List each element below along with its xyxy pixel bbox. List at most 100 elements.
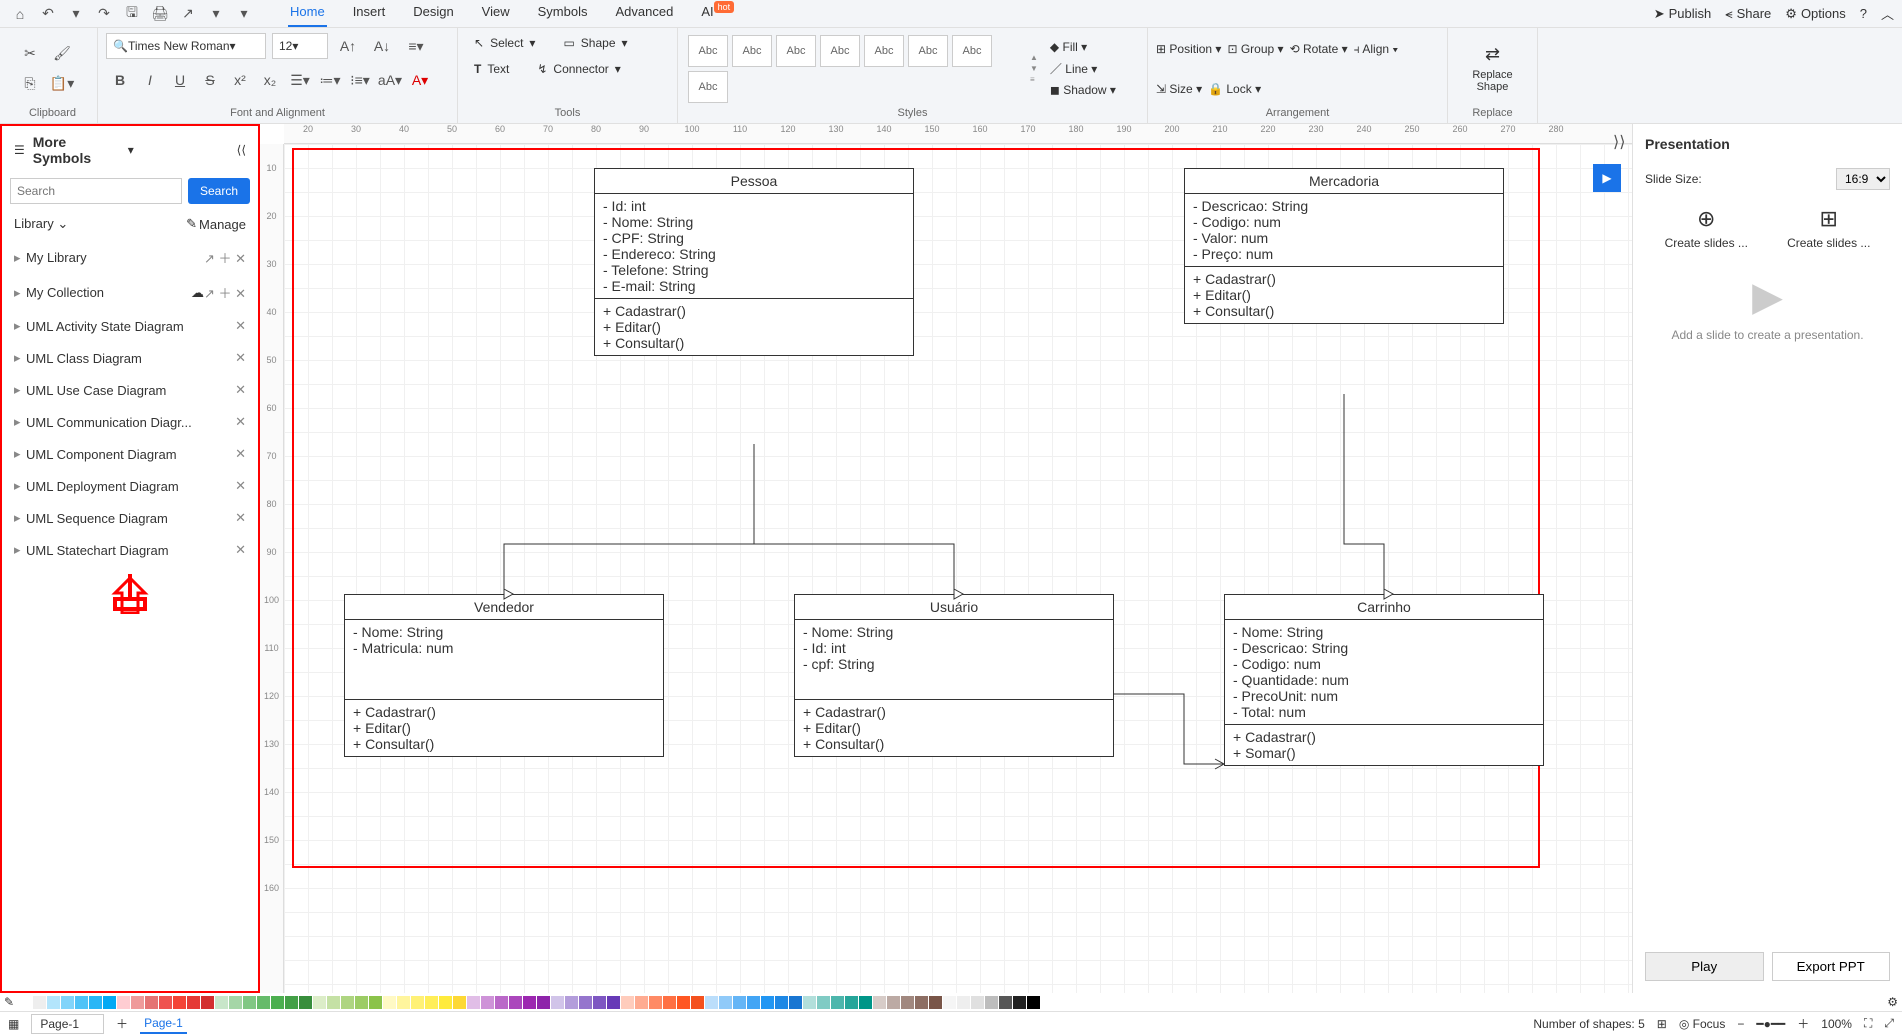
color-swatch[interactable]: [845, 996, 858, 1009]
export-icon[interactable]: ↗: [176, 2, 200, 26]
color-swatch[interactable]: [985, 996, 998, 1009]
color-swatch[interactable]: [831, 996, 844, 1009]
zoom-in-icon[interactable]: ＋: [1797, 1015, 1809, 1032]
shape-tool[interactable]: ▭ Shape ▾: [555, 32, 635, 54]
align-menu-icon[interactable]: ≡▾: [402, 32, 430, 60]
style-item[interactable]: Abc: [908, 35, 948, 67]
rotate-menu[interactable]: ⟲ Rotate ▾: [1290, 42, 1348, 56]
font-name-combo[interactable]: 🔍 Times New Roman ▾: [106, 33, 266, 59]
sidebar-item[interactable]: ▸UML Class Diagram✕: [2, 342, 258, 374]
manage-button[interactable]: ✎ Manage: [186, 216, 246, 232]
color-swatch[interactable]: [761, 996, 774, 1009]
font-color-icon[interactable]: A▾: [406, 66, 434, 94]
sidebar-collapse-icon[interactable]: ⟨⟨: [237, 143, 246, 157]
color-swatch[interactable]: [313, 996, 326, 1009]
grow-font-icon[interactable]: A↑: [334, 32, 362, 60]
style-item[interactable]: Abc: [820, 35, 860, 67]
color-swatch[interactable]: [733, 996, 746, 1009]
color-swatch[interactable]: [705, 996, 718, 1009]
color-swatch[interactable]: [817, 996, 830, 1009]
focus-mode[interactable]: ◎ Focus: [1679, 1017, 1726, 1031]
color-swatch[interactable]: [327, 996, 340, 1009]
sidebar-item[interactable]: ▸My Library↗ ＋ ✕: [2, 240, 258, 275]
line-spacing-icon[interactable]: ☰▾: [286, 66, 314, 94]
color-swatch[interactable]: [243, 996, 256, 1009]
color-swatch[interactable]: [859, 996, 872, 1009]
qat-more[interactable]: ▾: [232, 2, 256, 26]
class-mercadoria[interactable]: Mercadoria - Descricao: String- Codigo: …: [1184, 168, 1504, 324]
color-swatch[interactable]: [915, 996, 928, 1009]
palette-settings-icon[interactable]: ⚙: [1887, 995, 1898, 1009]
sidebar-item[interactable]: ▸UML Component Diagram✕: [2, 438, 258, 470]
style-item[interactable]: Abc: [864, 35, 904, 67]
tab-home[interactable]: Home: [288, 0, 327, 27]
color-swatch[interactable]: [61, 996, 74, 1009]
style-item[interactable]: Abc: [776, 35, 816, 67]
color-swatch[interactable]: [901, 996, 914, 1009]
color-swatch[interactable]: [929, 996, 942, 1009]
color-swatch[interactable]: [229, 996, 242, 1009]
color-swatch[interactable]: [509, 996, 522, 1009]
color-swatch[interactable]: [33, 996, 46, 1009]
grid-icon[interactable]: ⊞: [1657, 1017, 1667, 1031]
color-swatch[interactable]: [719, 996, 732, 1009]
text-tool[interactable]: T Text: [466, 58, 517, 80]
color-swatch[interactable]: [1013, 996, 1026, 1009]
color-swatch[interactable]: [747, 996, 760, 1009]
share-button[interactable]: ⪪Share: [1725, 6, 1771, 22]
color-swatch[interactable]: [453, 996, 466, 1009]
library-dropdown[interactable]: Library ⌄: [14, 216, 68, 232]
class-vendedor[interactable]: Vendedor - Nome: String- Matricula: num …: [344, 594, 664, 757]
color-swatch[interactable]: [579, 996, 592, 1009]
color-swatch[interactable]: [691, 996, 704, 1009]
save-icon[interactable]: 🖫: [120, 2, 144, 26]
color-swatch[interactable]: [495, 996, 508, 1009]
tab-symbols[interactable]: Symbols: [536, 0, 590, 27]
sidebar-item[interactable]: ▸UML Communication Diagr...✕: [2, 406, 258, 438]
search-button[interactable]: Search: [188, 178, 250, 204]
color-swatch[interactable]: [957, 996, 970, 1009]
color-swatch[interactable]: [789, 996, 802, 1009]
color-swatch[interactable]: [145, 996, 158, 1009]
create-slides-2[interactable]: ⊞Create slides ...: [1787, 206, 1870, 250]
color-swatch[interactable]: [131, 996, 144, 1009]
connector-tool[interactable]: ↯ Connector ▾: [529, 58, 628, 80]
fit-icon[interactable]: ⛶: [1864, 1016, 1872, 1031]
color-swatch[interactable]: [75, 996, 88, 1009]
color-swatch[interactable]: [551, 996, 564, 1009]
color-swatch[interactable]: [299, 996, 312, 1009]
print-icon[interactable]: 🖨: [148, 2, 172, 26]
zoom-slider[interactable]: ━●━━: [1756, 1017, 1785, 1031]
color-swatch[interactable]: [467, 996, 480, 1009]
cut-icon[interactable]: ✂: [16, 40, 44, 68]
font-size-combo[interactable]: 12 ▾: [272, 33, 328, 59]
superscript-icon[interactable]: x²: [226, 66, 254, 94]
color-swatch[interactable]: [887, 996, 900, 1009]
class-carrinho[interactable]: Carrinho - Nome: String- Descricao: Stri…: [1224, 594, 1544, 766]
color-swatch[interactable]: [19, 996, 32, 1009]
color-palette[interactable]: ✎ ⚙: [0, 993, 1902, 1011]
canvas[interactable]: Pessoa - Id: int- Nome: String- CPF: Str…: [284, 144, 1632, 993]
color-swatch[interactable]: [187, 996, 200, 1009]
color-swatch[interactable]: [201, 996, 214, 1009]
strike-icon[interactable]: S: [196, 66, 224, 94]
undo-more[interactable]: ▾: [64, 2, 88, 26]
bold-icon[interactable]: B: [106, 66, 134, 94]
color-swatch[interactable]: [257, 996, 270, 1009]
shadow-menu[interactable]: ◼ Shadow ▾: [1050, 83, 1116, 97]
play-button[interactable]: Play: [1645, 952, 1764, 981]
color-swatch[interactable]: [565, 996, 578, 1009]
tab-insert[interactable]: Insert: [351, 0, 388, 27]
color-swatch[interactable]: [355, 996, 368, 1009]
shrink-font-icon[interactable]: A↓: [368, 32, 396, 60]
pages-icon[interactable]: ▦: [8, 1017, 19, 1031]
group-menu[interactable]: ⊡ Group ▾: [1227, 42, 1283, 56]
sidebar-item[interactable]: ▸UML Use Case Diagram✕: [2, 374, 258, 406]
italic-icon[interactable]: I: [136, 66, 164, 94]
collapse-ribbon-icon[interactable]: ︿: [1881, 4, 1894, 23]
lock-menu[interactable]: 🔒 Lock ▾: [1208, 82, 1261, 96]
color-swatch[interactable]: [285, 996, 298, 1009]
color-swatch[interactable]: [607, 996, 620, 1009]
color-swatch[interactable]: [999, 996, 1012, 1009]
color-swatch[interactable]: [649, 996, 662, 1009]
